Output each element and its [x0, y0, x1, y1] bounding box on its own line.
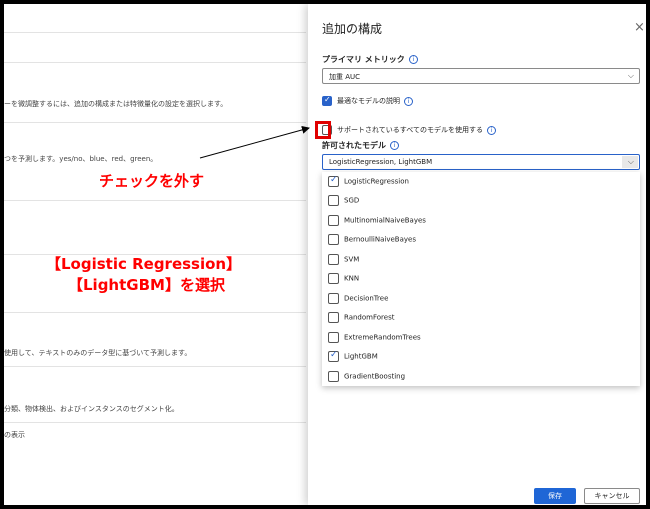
explain-best-model-label: 最適なモデルの説明 [337, 97, 400, 105]
info-icon[interactable]: i [408, 55, 418, 64]
bg-description: つを予測します。yes/no、blue、red、green。 [4, 155, 158, 163]
bg-description: の表示 [4, 431, 25, 439]
highlight-box [315, 121, 331, 139]
close-icon[interactable]: × [634, 20, 645, 35]
primary-metric-label-text: プライマリ メトリック [322, 55, 405, 64]
checkbox-checked-icon[interactable] [328, 350, 339, 362]
allowed-models-value: LogisticRegression, LightGBM [329, 158, 433, 166]
use-all-models-checkbox[interactable]: サポートされているすべてのモデルを使用する i [322, 125, 497, 135]
model-option[interactable]: LightGBM [328, 350, 378, 362]
model-name: GradientBoosting [344, 372, 406, 381]
model-name: DecisionTree [344, 294, 389, 303]
model-name: MultinomialNaiveBayes [344, 216, 426, 225]
model-name: LogisticRegression [344, 177, 409, 186]
checkbox-unchecked-icon[interactable] [328, 254, 339, 265]
checkbox-checked-icon[interactable] [322, 95, 332, 106]
model-name: LightGBM [344, 352, 378, 361]
model-option[interactable]: SVM [328, 254, 359, 265]
annotation-select-line2: 【LightGBM】を選択 [68, 276, 225, 294]
checkbox-unchecked-icon[interactable] [328, 293, 339, 304]
model-name: ExtremeRandomTrees [344, 333, 421, 342]
allowed-models-select[interactable]: LogisticRegression, LightGBM ⌵ [322, 154, 640, 170]
screenshot-frame: ーを微調整するには、追加の構成または特徴量化の設定を選択します。 つを予測します… [4, 4, 646, 505]
checkbox-unchecked-icon[interactable] [328, 195, 339, 206]
divider [4, 62, 306, 63]
model-option[interactable]: DecisionTree [328, 293, 388, 304]
additional-config-panel: 追加の構成 × プライマリ メトリックi 加重 AUC ⌵ 最適なモデルの説明i… [308, 4, 646, 505]
model-name: RandomForest [344, 313, 395, 322]
model-option[interactable]: RandomForest [328, 312, 394, 323]
bg-description: ーを微調整するには、追加の構成または特徴量化の設定を選択します。 [4, 100, 228, 108]
divider [4, 312, 306, 313]
annotation-uncheck: チェックを外す [99, 172, 205, 190]
model-option[interactable]: LogisticRegression [328, 175, 409, 187]
allowed-models-label: 許可されたモデル i [322, 140, 399, 151]
bg-description: 分類、物体検出、およびインスタンスのセグメント化。 [4, 405, 179, 413]
annotation-select-line1: 【Logistic Regression】 [46, 255, 242, 273]
panel-title: 追加の構成 [322, 22, 383, 36]
divider [4, 122, 306, 123]
explain-best-model-checkbox[interactable]: 最適なモデルの説明 i [322, 95, 413, 106]
chevron-down-icon: ⌵ [627, 71, 634, 80]
use-all-models-label: サポートされているすべてのモデルを使用する [337, 126, 484, 134]
info-icon[interactable]: i [487, 125, 497, 135]
chevron-down-icon: ⌵ [627, 157, 634, 166]
checkbox-unchecked-icon[interactable] [328, 332, 339, 343]
checkbox-checked-icon[interactable] [328, 175, 339, 187]
model-option[interactable]: SGD [328, 195, 359, 206]
model-option[interactable]: ExtremeRandomTrees [328, 332, 421, 343]
model-option[interactable]: BernoulliNaiveBayes [328, 234, 416, 245]
bg-description: 使用して、テキストのみのデータ型に基づいて予測します。 [4, 349, 192, 357]
checkbox-unchecked-icon[interactable] [328, 273, 339, 284]
model-option[interactable]: GradientBoosting [328, 371, 405, 382]
model-name: KNN [344, 274, 360, 283]
cancel-button[interactable]: キャンセル [584, 488, 640, 504]
divider [4, 422, 306, 423]
info-icon[interactable]: i [390, 141, 399, 150]
checkbox-unchecked-icon[interactable] [328, 234, 339, 245]
model-name: BernoulliNaiveBayes [344, 235, 416, 244]
model-name: SGD [344, 196, 360, 205]
divider [4, 366, 306, 367]
checkbox-unchecked-icon[interactable] [328, 312, 339, 323]
allowed-models-dropdown: LogisticRegression SGD MultinomialNaiveB… [322, 172, 640, 386]
divider [4, 200, 306, 201]
primary-metric-label: プライマリ メトリック i [322, 54, 418, 65]
save-button[interactable]: 保存 [534, 488, 576, 504]
primary-metric-value: 加重 AUC [329, 73, 361, 81]
info-icon[interactable]: i [404, 96, 413, 106]
model-option[interactable]: MultinomialNaiveBayes [328, 215, 426, 226]
model-option[interactable]: KNN [328, 273, 359, 284]
divider [4, 32, 306, 33]
checkbox-unchecked-icon[interactable] [328, 371, 339, 382]
checkbox-unchecked-icon[interactable] [328, 215, 339, 226]
primary-metric-select[interactable]: 加重 AUC ⌵ [322, 68, 640, 84]
model-name: SVM [344, 255, 360, 264]
allowed-models-label-text: 許可されたモデル [322, 141, 386, 150]
